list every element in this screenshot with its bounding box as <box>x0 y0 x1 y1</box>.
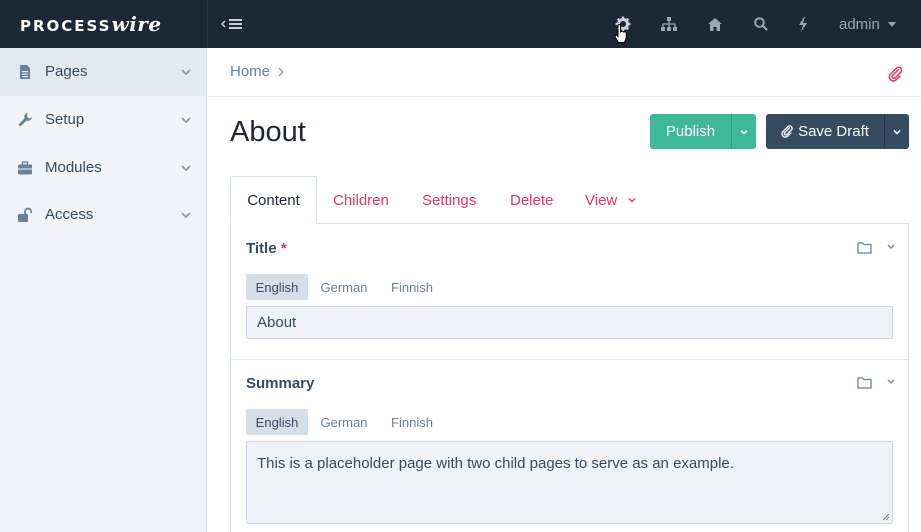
sidebar-item-label: Setup <box>45 111 85 128</box>
user-menu[interactable]: admin <box>839 13 896 35</box>
tab-label: Content <box>247 191 300 209</box>
chevron-down-icon <box>628 198 636 203</box>
logo-text-accent: wire <box>111 12 162 36</box>
user-menu-label: admin <box>839 15 880 33</box>
sidebar-item-label: Access <box>45 206 94 223</box>
publish-button[interactable]: Publish <box>650 114 731 149</box>
lang-tab-label: English <box>255 279 299 295</box>
summary-field-label: Summary <box>246 375 314 392</box>
lang-tab-label: German <box>320 279 368 295</box>
sidebar-item-setup[interactable]: Setup <box>0 96 206 144</box>
home-icon[interactable] <box>705 14 725 34</box>
summary-textarea[interactable]: This is a placeholder page with two chil… <box>246 441 893 524</box>
save-draft-button[interactable]: Save Draft <box>766 114 884 149</box>
tab-delete[interactable]: Delete <box>510 176 553 224</box>
tab-view[interactable]: View <box>585 176 637 224</box>
summary-field-tools <box>857 375 897 391</box>
processwire-logo[interactable]: PROCESS wire <box>20 12 162 36</box>
menu-collapse-icon <box>220 19 242 29</box>
folder-icon[interactable] <box>857 241 872 254</box>
chevron-down-icon[interactable] <box>886 242 896 252</box>
chevron-down-icon <box>893 129 901 135</box>
title-field-tools <box>857 240 897 256</box>
resize-grip-icon[interactable] <box>882 513 890 521</box>
tab-label: Children <box>333 191 389 209</box>
lang-tab-label: Finnish <box>391 414 433 430</box>
tab-settings[interactable]: Settings <box>422 176 476 224</box>
wrench-icon <box>18 113 32 127</box>
sidebar-item-label: Pages <box>45 63 88 80</box>
logo-text-main: PROCESS <box>20 17 112 35</box>
folder-icon[interactable] <box>857 376 872 389</box>
save-draft-button-label: Save Draft <box>798 123 869 140</box>
sidebar: Pages Setup Modules Access <box>0 48 207 532</box>
chevron-down-icon <box>181 165 191 172</box>
tab-children[interactable]: Children <box>333 176 389 224</box>
unlock-icon <box>18 207 32 222</box>
tab-content[interactable]: Content <box>230 176 317 224</box>
chevron-down-icon <box>181 212 191 219</box>
top-navbar: PROCESS wire admin <box>0 0 921 48</box>
sidebar-item-modules[interactable]: Modules <box>0 144 206 192</box>
caret-down-icon <box>887 21 896 27</box>
lang-tab-label: Finnish <box>391 279 433 295</box>
sidebar-toggle-button[interactable] <box>220 14 246 34</box>
title-lang-tab-german[interactable]: German <box>313 274 375 300</box>
bolt-icon[interactable] <box>793 14 813 34</box>
title-lang-tab-english[interactable]: English <box>246 274 308 300</box>
title-field-label: Title * <box>246 240 287 257</box>
title-lang-tab-finnish[interactable]: Finnish <box>384 274 440 300</box>
title-input[interactable]: About <box>246 306 893 339</box>
sitemap-icon[interactable] <box>659 14 679 34</box>
chevron-right-icon <box>278 67 285 76</box>
sidebar-item-access[interactable]: Access <box>0 191 206 239</box>
sidebar-item-pages[interactable]: Pages <box>0 48 206 96</box>
tab-label: Settings <box>422 191 477 209</box>
lang-tab-label: German <box>320 414 368 430</box>
briefcase-icon <box>18 161 32 175</box>
summary-lang-tab-german[interactable]: German <box>313 409 375 435</box>
title-input-value: About <box>257 314 297 331</box>
chevron-down-icon[interactable] <box>886 377 896 387</box>
chevron-down-icon <box>181 117 191 124</box>
paperclip-icon <box>781 125 793 138</box>
chevron-down-icon <box>181 69 191 76</box>
hand-cursor-icon <box>614 24 627 43</box>
chevron-down-icon <box>740 129 748 135</box>
field-separator <box>231 359 908 360</box>
summary-field-label-text: Summary <box>246 375 315 392</box>
page-title: About <box>230 116 306 148</box>
search-icon[interactable] <box>751 14 771 34</box>
title-field-label-text: Title <box>246 240 277 257</box>
summary-lang-tab-english[interactable]: English <box>246 409 308 435</box>
breadcrumb: Home <box>230 63 286 80</box>
save-draft-dropdown-button[interactable] <box>884 114 909 149</box>
tab-label: View <box>585 191 618 209</box>
breadcrumb-bar: Home <box>208 48 921 97</box>
summary-lang-tab-finnish[interactable]: Finnish <box>384 409 440 435</box>
required-mark: * <box>280 240 287 257</box>
paperclip-icon[interactable] <box>888 66 904 82</box>
breadcrumb-home-link[interactable]: Home <box>230 63 270 80</box>
file-icon <box>20 65 30 79</box>
topbar-divider <box>207 0 208 48</box>
publish-button-label: Publish <box>665 123 716 140</box>
tab-label: Delete <box>510 191 554 209</box>
summary-textarea-value: This is a placeholder page with two chil… <box>257 455 734 472</box>
publish-dropdown-button[interactable] <box>731 114 756 149</box>
sidebar-item-label: Modules <box>45 159 102 176</box>
lang-tab-label: English <box>255 414 299 430</box>
